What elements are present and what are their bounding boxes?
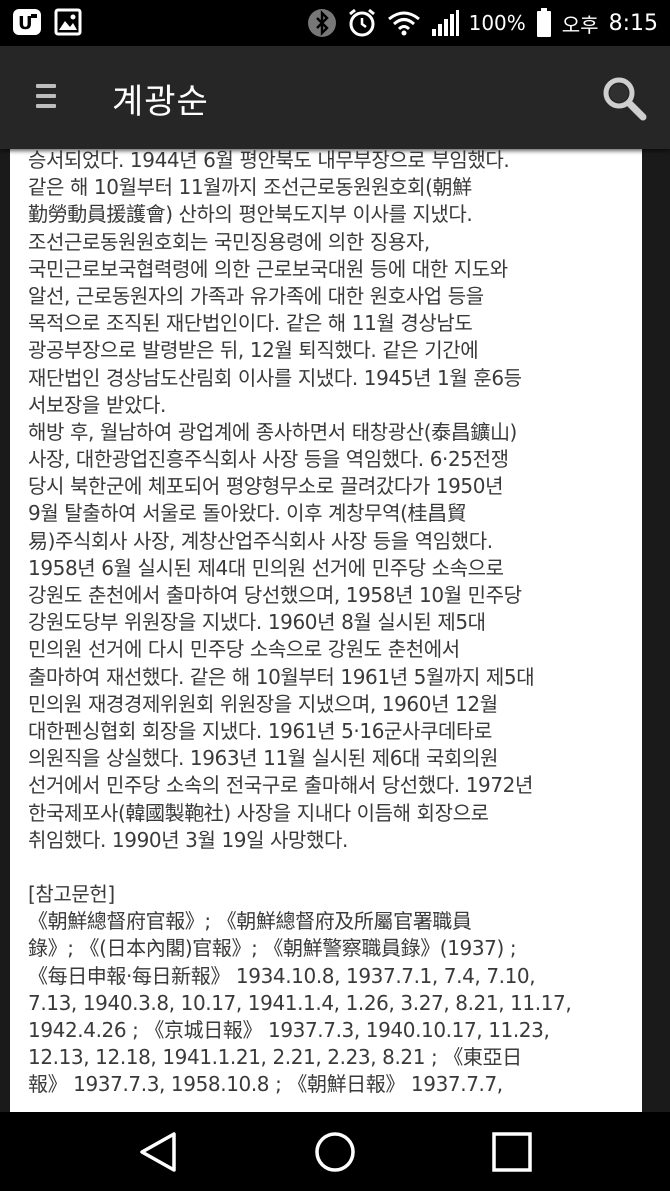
recents-icon[interactable] bbox=[490, 1130, 534, 1174]
article-text: 승서되었다. 1944년 6월 평안북도 내무부장으로 부임했다. 같은 해 10… bbox=[28, 149, 638, 1099]
menu-icon[interactable] bbox=[36, 84, 56, 112]
search-icon[interactable] bbox=[600, 74, 648, 122]
gallery-icon bbox=[54, 8, 82, 36]
svg-text:U: U bbox=[18, 13, 33, 34]
wifi-icon bbox=[387, 11, 420, 36]
text-line: 국민근로보국협력령에 의한 근로보국대원 등에 대한 지도와 bbox=[28, 256, 508, 281]
text-line: 서보장을 받았다. bbox=[28, 392, 166, 417]
text-line: 1958년 6월 실시된 제4대 민의원 선거에 민주당 소속으로 bbox=[28, 555, 504, 580]
time: 8:15 bbox=[608, 10, 658, 36]
status-indicators: 100% 오후 8:15 bbox=[307, 0, 658, 46]
text-line: 의원직을 상실했다. 1963년 11월 실시된 제6대 국회의원 bbox=[28, 746, 498, 771]
text-line: [참고문헌] bbox=[28, 882, 115, 907]
signal-icon bbox=[431, 10, 459, 36]
home-icon[interactable] bbox=[313, 1130, 357, 1174]
text-line: 같은 해 10월부터 11월까지 조선근로동원원호회(朝鮮 bbox=[28, 175, 472, 200]
text-line: 목적으로 조직된 재단법인이다. 같은 해 11월 경상남도 bbox=[28, 311, 473, 336]
text-line: 민의원 재경경제위원회 위원장을 지냈으며, 1960년 12월 bbox=[28, 691, 498, 716]
app-bar: 계광순 bbox=[0, 46, 670, 149]
text-line: 광공부장으로 발령받은 뒤, 12월 퇴직했다. 같은 기간에 bbox=[28, 338, 479, 363]
article-content[interactable]: 승서되었다. 1944년 6월 평안북도 내무부장으로 부임했다. 같은 해 10… bbox=[10, 149, 642, 1112]
bluetooth-icon bbox=[307, 9, 336, 37]
text-line: 강원도 춘천에서 출마하여 당선했으며, 1958년 10월 민주당 bbox=[28, 583, 522, 607]
text-line: 조선근로동원원호회는 국민징용령에 의한 징용자, bbox=[28, 229, 430, 254]
text-line: 12.13, 12.18, 1941.1.21, 2.21, 2.23, 8.2… bbox=[28, 1045, 522, 1070]
text-line: 《朝鮮總督府官報》; 《朝鮮總督府及所屬官署職員 bbox=[28, 909, 472, 934]
text-line: 해방 후, 월남하여 광업계에 종사하면서 태창광산(泰昌鑛山) bbox=[28, 419, 517, 444]
text-line: 출마하여 재선했다. 같은 해 10월부터 1961년 5월까지 제5대 bbox=[28, 664, 535, 689]
text-line: 錄》; 《(日本內閣)官報》; 《朝鮮警察職員錄》(1937) ; bbox=[28, 936, 517, 961]
page-title: 계광순 bbox=[112, 82, 209, 122]
alarm-icon bbox=[348, 8, 375, 37]
text-line: 대한펜싱협회 회장을 지냈다. 1961년 5·16군사쿠데타로 bbox=[28, 718, 493, 743]
text-line: 알선, 근로동원자의 가족과 유가족에 대한 원호사업 등을 bbox=[28, 283, 484, 308]
text-line: 9월 탈출하여 서울로 돌아왔다. 이후 계창무역(桂昌貿 bbox=[28, 501, 467, 526]
back-icon[interactable] bbox=[136, 1130, 180, 1174]
text-line: 易)주식회사 사장, 계창산업주식회사 사장 등을 역임했다. bbox=[28, 528, 493, 553]
text-line: 사장, 대한광업진흥주식회사 사장 등을 역임했다. 6·25전쟁 bbox=[28, 447, 509, 472]
text-line: 취임했다. 1990년 3월 19일 사망했다. bbox=[28, 827, 349, 852]
text-line bbox=[28, 854, 638, 881]
battery-icon bbox=[536, 8, 551, 37]
text-line: 승서되었다. 1944년 6월 평안북도 내무부장으로 부임했다. bbox=[28, 149, 510, 172]
text-line: 재단법인 경상남도산림회 이사를 지냈다. 1945년 1월 훈6등 bbox=[28, 365, 522, 390]
status-notifications: U bbox=[12, 8, 82, 36]
text-line: 민의원 선거에 다시 민주당 소속으로 강원도 춘천에서 bbox=[28, 637, 460, 662]
text-line: 한국제포사(韓國製鞄社) 사장을 지내다 이듬해 회장으로 bbox=[28, 800, 489, 825]
text-line: 《每日申報·每日新報》 1934.10.8, 1937.7.1, 7.4, 7.… bbox=[28, 963, 536, 988]
text-line: 강원도당부 위원장을 지냈다. 1960년 8월 실시된 제5대 bbox=[28, 610, 486, 635]
navigation-bar bbox=[0, 1112, 670, 1191]
time-ampm: 오후 bbox=[561, 12, 599, 37]
text-line: 선거에서 민주당 소속의 전국구로 출마해서 당선했다. 1972년 bbox=[28, 773, 534, 798]
text-line: 7.13, 1940.3.8, 10.17, 1941.1.4, 1.26, 3… bbox=[28, 990, 572, 1015]
uplus-icon: U bbox=[13, 9, 41, 35]
text-line: 報》 1937.7.3, 1958.10.8 ; 《朝鮮日報》 1937.7.7… bbox=[28, 1072, 503, 1097]
text-line: 당시 북한군에 체포되어 평양형무소로 끌려갔다가 1950년 bbox=[28, 474, 504, 499]
battery-percent: 100% bbox=[468, 11, 526, 35]
text-line: 勤勞動員援護會) 산하의 평안북도지부 이사를 지냈다. bbox=[28, 202, 473, 227]
text-line: 1942.4.26 ; 《京城日報》 1937.7.3, 1940.10.17,… bbox=[28, 1018, 550, 1042]
status-bar: U 100% 오후 8:15 bbox=[0, 0, 670, 46]
